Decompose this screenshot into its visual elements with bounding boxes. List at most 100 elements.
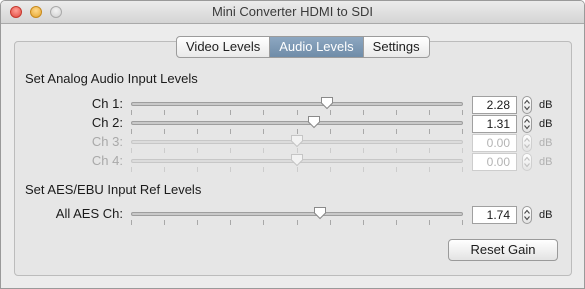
slider-tick xyxy=(164,220,165,225)
reset-gain-button[interactable]: Reset Gain xyxy=(448,239,558,261)
slider-tick xyxy=(263,110,264,115)
tab-video-levels[interactable]: Video Levels xyxy=(177,37,271,57)
slider-tick xyxy=(164,148,165,153)
slider-tick xyxy=(396,167,397,172)
ch3-unit: dB xyxy=(539,137,553,149)
tab-audio-levels[interactable]: Audio Levels xyxy=(270,37,364,57)
slider-tick xyxy=(396,129,397,134)
slider-tick xyxy=(164,167,165,172)
slider-tick xyxy=(164,110,165,115)
slider-tick xyxy=(330,110,331,115)
slider-tick xyxy=(230,148,231,153)
slider-tick xyxy=(429,167,430,172)
slider-tick xyxy=(230,167,231,172)
analog-levels-heading: Set Analog Audio Input Levels xyxy=(25,71,198,86)
tab-bar: Video Levels Audio Levels Settings xyxy=(176,36,430,58)
ch2-stepper[interactable] xyxy=(522,115,532,133)
ch4-slider-ticks xyxy=(131,167,463,172)
ch2-label: Ch 2: xyxy=(91,115,123,130)
slider-tick xyxy=(197,110,198,115)
stepper-down-icon xyxy=(524,163,530,168)
aes-levels-heading: Set AES/EBU Input Ref Levels xyxy=(25,182,202,197)
ch1-slider-ticks xyxy=(131,110,463,115)
aes-slider-ticks xyxy=(131,220,463,225)
stepper-up-icon xyxy=(524,137,530,142)
slider-tick xyxy=(297,220,298,225)
ch3-label: Ch 3: xyxy=(91,134,123,149)
slider-tick xyxy=(263,129,264,134)
slider-tick xyxy=(131,220,132,225)
slider-tick xyxy=(230,220,231,225)
slider-tick xyxy=(197,220,198,225)
ch3-value-field: 0.00 xyxy=(472,134,517,152)
ch1-label: Ch 1: xyxy=(91,96,123,111)
slider-tick xyxy=(297,110,298,115)
slider-tick xyxy=(363,110,364,115)
slider-tick xyxy=(197,167,198,172)
app-window: Mini Converter HDMI to SDI Video Levels … xyxy=(0,0,585,289)
ch2-unit: dB xyxy=(539,118,553,130)
slider-tick xyxy=(396,110,397,115)
aes-label: All AES Ch: xyxy=(55,206,123,221)
slider-tick xyxy=(230,129,231,134)
slider-tick xyxy=(462,110,463,115)
slider-tick xyxy=(131,167,132,172)
slider-tick xyxy=(462,167,463,172)
slider-tick xyxy=(462,220,463,225)
slider-tick xyxy=(396,220,397,225)
ch1-stepper[interactable] xyxy=(522,96,532,114)
ch1-unit: dB xyxy=(539,99,553,111)
slider-tick xyxy=(330,129,331,134)
ch2-slider-track[interactable] xyxy=(131,121,463,125)
ch1-value-field[interactable]: 2.28 xyxy=(472,96,517,114)
slider-tick xyxy=(131,129,132,134)
slider-tick xyxy=(330,167,331,172)
ch4-unit: dB xyxy=(539,156,553,168)
stepper-down-icon xyxy=(524,216,530,221)
slider-tick xyxy=(131,148,132,153)
stepper-up-icon xyxy=(524,99,530,104)
aes-slider-track[interactable] xyxy=(131,212,463,216)
ch1-slider-track[interactable] xyxy=(131,102,463,106)
ch4-stepper xyxy=(522,153,532,171)
aes-stepper[interactable] xyxy=(522,206,532,224)
stepper-down-icon xyxy=(524,125,530,130)
slider-tick xyxy=(330,220,331,225)
aes-slider-knob[interactable] xyxy=(313,206,327,220)
aes-value-field[interactable]: 1.74 xyxy=(472,206,517,224)
ch4-slider-knob xyxy=(290,153,304,167)
stepper-up-icon xyxy=(524,156,530,161)
tab-settings[interactable]: Settings xyxy=(364,37,429,57)
slider-tick xyxy=(363,220,364,225)
slider-tick xyxy=(396,148,397,153)
slider-tick xyxy=(297,167,298,172)
slider-tick xyxy=(363,148,364,153)
ch2-slider-knob[interactable] xyxy=(307,115,321,129)
slider-tick xyxy=(197,148,198,153)
slider-tick xyxy=(164,129,165,134)
slider-tick xyxy=(131,110,132,115)
slider-tick xyxy=(197,129,198,134)
slider-tick xyxy=(263,220,264,225)
slider-tick xyxy=(462,148,463,153)
slider-tick xyxy=(330,148,331,153)
slider-tick xyxy=(363,167,364,172)
aes-unit: dB xyxy=(539,209,553,221)
slider-tick xyxy=(429,148,430,153)
slider-tick xyxy=(363,129,364,134)
ch2-value-field[interactable]: 1.31 xyxy=(472,115,517,133)
ch4-label: Ch 4: xyxy=(91,153,123,168)
ch3-stepper xyxy=(522,134,532,152)
slider-tick xyxy=(429,220,430,225)
slider-tick xyxy=(429,110,430,115)
ch3-slider-knob xyxy=(290,134,304,148)
stepper-up-icon xyxy=(524,209,530,214)
slider-tick xyxy=(429,129,430,134)
stepper-down-icon xyxy=(524,144,530,149)
slider-tick xyxy=(263,148,264,153)
window-title: Mini Converter HDMI to SDI xyxy=(211,4,374,19)
title-bar[interactable]: Mini Converter HDMI to SDI xyxy=(1,1,584,24)
slider-tick xyxy=(462,129,463,134)
ch1-slider-knob[interactable] xyxy=(320,96,334,110)
slider-tick xyxy=(263,167,264,172)
